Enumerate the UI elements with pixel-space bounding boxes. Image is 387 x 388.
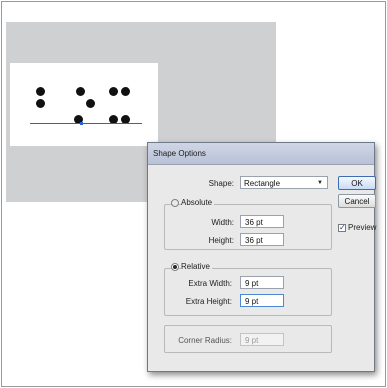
braille-dot — [76, 87, 85, 96]
relative-label[interactable]: Relative — [181, 262, 212, 271]
extra-width-label: Extra Width: — [188, 279, 232, 288]
chevron-down-icon: ▼ — [317, 180, 323, 186]
extra-height-field[interactable]: 9 pt — [240, 294, 284, 307]
braille-dot — [86, 99, 95, 108]
dialog-title: Shape Options — [153, 149, 206, 158]
relative-radio[interactable] — [171, 263, 179, 271]
preview-checkbox[interactable]: ✓ — [338, 224, 346, 232]
cancel-button[interactable]: Cancel — [338, 194, 376, 208]
preview-label[interactable]: Preview — [348, 223, 376, 232]
absolute-label[interactable]: Absolute — [181, 198, 215, 207]
width-label: Width: — [211, 218, 234, 227]
braille-dot — [109, 87, 118, 96]
height-label: Height: — [208, 236, 234, 245]
height-field[interactable]: 36 pt — [240, 233, 284, 246]
braille-dot — [121, 87, 130, 96]
extra-height-label: Extra Height: — [185, 297, 232, 306]
shape-select[interactable]: Rectangle ▼ — [240, 176, 328, 189]
baseline-anchor[interactable] — [80, 122, 83, 125]
shape-options-dialog: Shape Options Shape: Rectangle ▼ OK Canc… — [147, 142, 376, 372]
text-baseline — [30, 123, 142, 124]
shape-select-value: Rectangle — [244, 179, 281, 188]
extra-width-field[interactable]: 9 pt — [240, 276, 284, 289]
braille-dot — [36, 87, 45, 96]
width-field[interactable]: 36 pt — [240, 215, 284, 228]
absolute-radio[interactable] — [171, 199, 179, 207]
dialog-titlebar[interactable]: Shape Options — [148, 143, 374, 165]
braille-dot — [36, 99, 45, 108]
corner-radius-field: 9 pt — [240, 333, 284, 346]
corner-radius-label: Corner Radius: — [178, 336, 232, 345]
shape-label: Shape: — [208, 179, 234, 188]
ok-button[interactable]: OK — [338, 176, 376, 190]
artboard — [10, 63, 158, 146]
